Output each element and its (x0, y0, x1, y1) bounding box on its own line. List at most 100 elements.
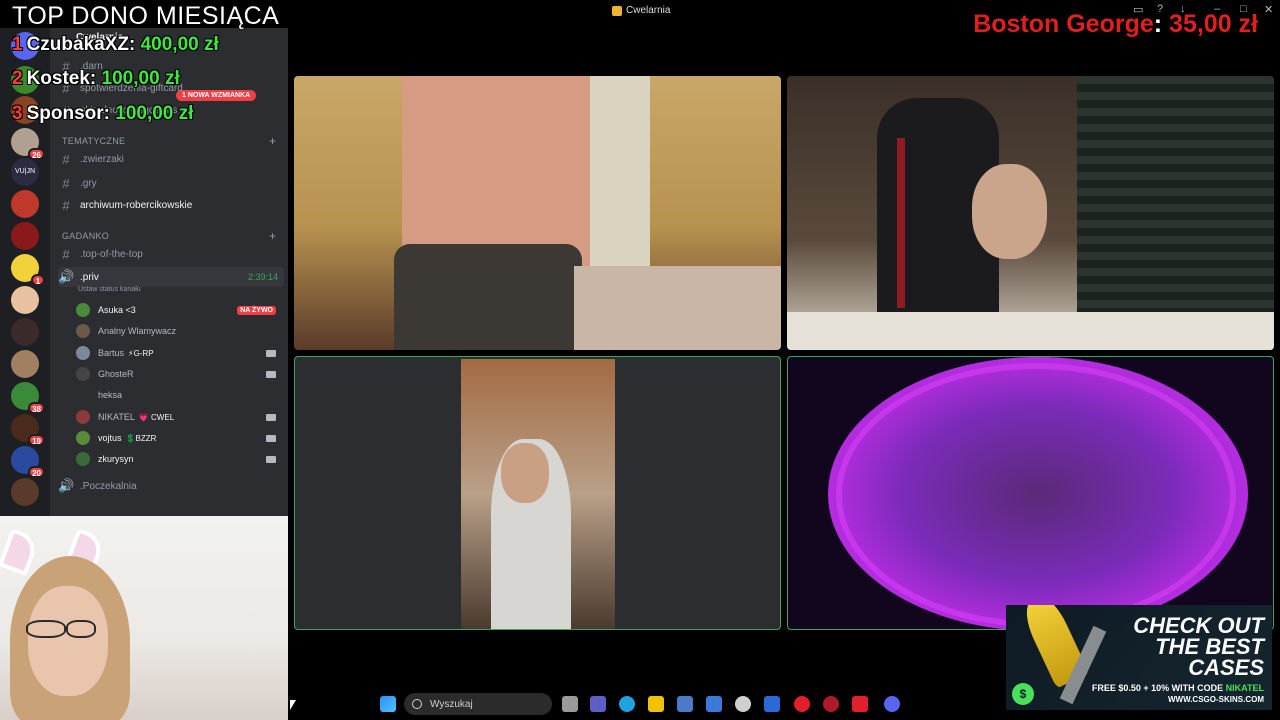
person-head (501, 443, 549, 503)
glasses (26, 620, 66, 638)
live-badge: NA ŻYWO (237, 305, 276, 315)
chair-stripe (897, 138, 905, 308)
voice-user[interactable]: Bartus ⚡G-RP (76, 343, 280, 363)
taskbar: Wyszukaj (288, 688, 1006, 720)
camera-icon (266, 413, 276, 421)
lace-curtain (590, 76, 650, 286)
avatar (76, 303, 90, 317)
person (972, 164, 1047, 259)
voice-user[interactable]: Asuka <3 NA ŻYWO (76, 300, 280, 320)
cat-ear (0, 528, 40, 576)
server-icon[interactable]: 38 (11, 382, 45, 414)
voice-user[interactable]: Analny Wlamywacz (76, 321, 280, 341)
voice-channel-priv[interactable]: 🔊 .priv 2:39:14 (58, 267, 284, 287)
user-tag: ⚡G-RP (128, 348, 154, 358)
server-icon[interactable] (11, 222, 39, 250)
store-icon[interactable] (677, 696, 693, 712)
channel-item[interactable]: # .gry (58, 173, 284, 193)
windows-start-icon[interactable] (380, 696, 396, 712)
voice-user[interactable]: NIKATEL 💗 CWEL (76, 407, 280, 427)
face (28, 586, 108, 696)
unread-badge: 1 (31, 274, 45, 286)
speaker-icon: 🔊 (58, 269, 75, 284)
edge-icon[interactable] (619, 696, 635, 712)
opera-gx-icon[interactable] (823, 696, 839, 712)
search-icon (412, 699, 422, 709)
video-tile[interactable] (787, 76, 1274, 350)
unread-badge: 20 (28, 466, 45, 478)
camera-icon (266, 455, 276, 463)
voice-user[interactable]: zkurysyn (76, 449, 280, 469)
avatar (76, 388, 90, 402)
voice-timer: 2:39:14 (247, 272, 278, 282)
mouse-cursor (290, 700, 296, 710)
donor-row: 1 CzubakaXZ: 400,00 zł (12, 34, 219, 55)
window-title: Cwelarnia (612, 5, 670, 16)
avatar (76, 452, 90, 466)
teams-icon[interactable] (590, 696, 606, 712)
user-tag: 💲BZZR (125, 433, 157, 443)
app-icon[interactable] (852, 696, 868, 712)
server-icon[interactable]: 20 (11, 446, 45, 478)
sponsor-ad[interactable]: CHECK OUT THE BEST CASES $ FREE $0.50 + … (1006, 605, 1272, 710)
unread-badge: 38 (28, 402, 45, 414)
video-tile[interactable] (294, 76, 781, 350)
avatar (76, 431, 90, 445)
video-feed (461, 359, 615, 629)
server-icon[interactable] (11, 190, 39, 218)
file-explorer-icon[interactable] (648, 696, 664, 712)
avatar (76, 367, 90, 381)
ad-url: WWW.CSGO-SKINS.COM (1168, 695, 1264, 704)
app-icon (612, 5, 622, 16)
server-icon[interactable]: 1 (11, 254, 45, 286)
hash-icon: # (62, 151, 70, 167)
camera-icon (266, 370, 276, 378)
voice-user[interactable]: GhosteR (76, 364, 280, 384)
voice-user[interactable]: heksa (76, 385, 280, 405)
taskbar-search[interactable]: Wyszukaj (404, 693, 552, 715)
channel-item[interactable]: # .zwierzaki (58, 149, 284, 169)
video-tile[interactable] (294, 356, 781, 630)
add-channel-icon[interactable]: + (269, 134, 276, 148)
latest-donation: Boston George: 35,00 zł (973, 10, 1258, 38)
opera-icon[interactable] (794, 696, 810, 712)
ad-headline: CASES (1188, 655, 1264, 680)
server-icon[interactable] (11, 286, 39, 314)
app-icon[interactable] (735, 696, 751, 712)
close-icon[interactable]: ✕ (1264, 3, 1273, 16)
video-tile[interactable] (787, 356, 1274, 630)
server-icon[interactable]: 26 (11, 128, 45, 160)
add-channel-icon[interactable]: + (269, 229, 276, 243)
led-ring (836, 363, 1236, 627)
server-icon[interactable] (11, 318, 39, 346)
server-icon[interactable]: VU|JN (11, 158, 39, 186)
category-header[interactable]: GADANKO (62, 231, 109, 241)
category-header[interactable]: TEMATYCZNE (62, 136, 125, 146)
camera-icon (266, 434, 276, 442)
voice-channel-waiting[interactable]: 🔊 .Poczekalnia (58, 476, 284, 496)
avatar (76, 324, 90, 338)
channel-status-hint[interactable]: Ustaw status kanału (78, 286, 141, 293)
streamer-webcam (0, 516, 288, 720)
speaker-icon: 🔊 (58, 478, 75, 493)
server-icon[interactable] (11, 478, 39, 506)
window-blind (1077, 76, 1274, 312)
app-icon[interactable] (764, 696, 780, 712)
hash-icon: # (62, 175, 70, 191)
unread-badge: 19 (28, 434, 45, 446)
desk (787, 312, 1274, 350)
camera-icon (266, 349, 276, 357)
bed (574, 266, 781, 350)
chair (394, 244, 582, 350)
donate-title: TOP DONO MIESIĄCA (12, 2, 280, 30)
avatar (76, 346, 90, 360)
discord-icon[interactable] (884, 696, 900, 712)
voice-user[interactable]: vojtus 💲BZZR (76, 428, 280, 448)
hash-icon: # (62, 246, 70, 262)
mail-icon[interactable] (706, 696, 722, 712)
task-view-icon[interactable] (562, 696, 578, 712)
channel-item[interactable]: # .top-of-the-top (58, 244, 284, 264)
server-icon[interactable]: 19 (11, 414, 45, 446)
channel-item[interactable]: # archiwum-robercikowskie (58, 195, 284, 215)
server-icon[interactable] (11, 350, 39, 378)
